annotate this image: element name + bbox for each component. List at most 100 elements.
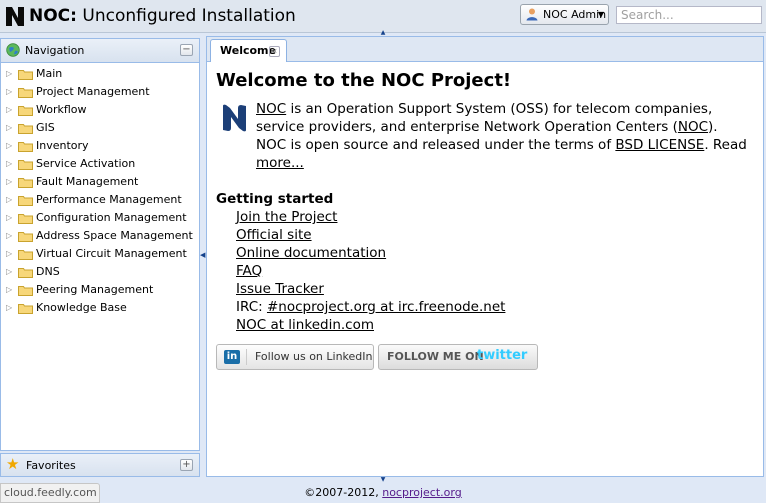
tree-item-label: Inventory [36,139,89,152]
list-item: Online documentation [236,244,753,262]
folder-icon [18,142,33,152]
expand-arrow-icon[interactable]: ▷ [6,209,12,227]
intro-text: ). [708,119,718,135]
tree-item-label: GIS [36,121,55,134]
license-link[interactable]: BSD LICENSE [615,137,704,153]
expand-arrow-icon[interactable]: ▷ [6,299,12,317]
tree-item-label: Peering Management [36,283,154,296]
tree-item-project-management[interactable]: ▷ Project Management [1,83,199,101]
tree-item-label: Virtual Circuit Management [36,247,187,260]
globe-icon [6,43,20,57]
tree-item-label: Address Space Management [36,229,193,242]
collapse-sidebar-icon[interactable]: ◀ [200,251,205,259]
expand-arrow-icon[interactable]: ▷ [6,191,12,209]
expand-arrow-icon[interactable]: ▷ [6,83,12,101]
tree-item-configuration-management[interactable]: ▷ Configuration Management [1,209,199,227]
app-subtitle: Unconfigured Installation [82,6,296,26]
linkedin-link[interactable]: NOC at linkedin.com [236,317,374,333]
list-item: Join the Project [236,208,753,226]
expand-arrow-icon[interactable]: ▷ [6,155,12,173]
folder-icon [18,250,33,260]
expand-arrow-icon[interactable]: ▷ [6,119,12,137]
expand-arrow-icon[interactable]: ▷ [6,137,12,155]
join-project-link[interactable]: Join the Project [236,209,337,225]
tab-welcome[interactable]: Welcome × [210,39,287,62]
read-more-link[interactable]: more... [256,155,304,171]
copyright-text: ©2007-2012, [304,486,383,499]
tree-item-virtual-circuit-management[interactable]: ▷ Virtual Circuit Management [1,245,199,263]
expand-arrow-icon[interactable]: ▷ [6,173,12,191]
close-icon[interactable]: × [269,46,280,57]
expand-arrow-icon[interactable]: ▷ [6,245,12,263]
folder-icon [18,196,33,206]
noc-logo-icon [223,104,246,132]
tree-item-service-activation[interactable]: ▷ Service Activation [1,155,199,173]
folder-icon [18,106,33,116]
intro-text: is an Operation Support System (OSS) for… [256,101,713,135]
sidebar-splitter[interactable]: ◀ [200,38,205,477]
collapse-header-icon[interactable]: ▲ [377,30,389,36]
faq-link[interactable]: FAQ [236,263,262,279]
tree-item-main[interactable]: ▷ Main [1,65,199,83]
expand-favorites-button[interactable]: + [180,459,193,471]
expand-arrow-icon[interactable]: ▷ [6,65,12,83]
tree-item-label: Configuration Management [36,211,187,224]
tree-item-dns[interactable]: ▷ DNS [1,263,199,281]
list-item: Issue Tracker [236,280,753,298]
navigation-title: Navigation [25,44,85,57]
folder-icon [18,286,33,296]
getting-started-links: Join the Project Official site Online do… [216,208,753,334]
issue-tracker-link[interactable]: Issue Tracker [236,281,324,297]
browser-status-bar: cloud.feedly.com [0,483,100,503]
tree-item-label: Project Management [36,85,150,98]
tree-item-gis[interactable]: ▷ GIS [1,119,199,137]
official-site-link[interactable]: Official site [236,227,312,243]
folder-icon [18,232,33,242]
chevron-down-icon: ▼ [597,10,604,19]
search-input[interactable] [616,6,762,24]
intro-text: NOC is open source and released under th… [256,137,616,153]
tree-item-peering-management[interactable]: ▷ Peering Management [1,281,199,299]
expand-arrow-icon[interactable]: ▷ [6,281,12,299]
folder-icon [18,214,33,224]
navigation-panel: Navigation − ▷ Main ▷ Project Management ▷… [0,38,200,451]
folder-icon [18,88,33,98]
welcome-content: Welcome to the NOC Project! NOC is an Op… [216,70,753,370]
online-docs-link[interactable]: Online documentation [236,245,386,261]
main-panel: Welcome × Welcome to the NOC Project! NO… [206,36,764,477]
expand-arrow-icon[interactable]: ▷ [6,227,12,245]
star-icon: ★ [6,455,20,473]
list-item: NOC at linkedin.com [236,316,753,334]
expand-arrow-icon[interactable]: ▷ [6,101,12,119]
tree-item-label: Performance Management [36,193,182,206]
tree-item-workflow[interactable]: ▷ Workflow [1,101,199,119]
tree-item-address-space-management[interactable]: ▷ Address Space Management [1,227,199,245]
noc-link[interactable]: NOC [256,101,286,117]
noc-logo-icon [6,7,24,26]
user-menu-label: NOC Admin [543,8,607,21]
twitter-logo: twitter [477,348,528,363]
tree-item-performance-management[interactable]: ▷ Performance Management [1,191,199,209]
intro-text: . Read [704,137,747,153]
noc-link-2[interactable]: NOC [678,119,708,135]
tree-item-label: DNS [36,265,60,278]
tree-item-label: Service Activation [36,157,136,170]
user-icon [526,8,538,21]
tree-item-label: Knowledge Base [36,301,127,314]
collapse-navigation-button[interactable]: − [180,44,193,56]
app-title: NOC: Unconfigured Installation [29,6,296,26]
tree-item-inventory[interactable]: ▷ Inventory [1,137,199,155]
favorites-panel[interactable]: ★ Favorites + [0,453,200,477]
irc-link[interactable]: #nocproject.org at irc.freenode.net [267,299,505,315]
footer-link[interactable]: nocproject.org [382,486,461,499]
tree-item-fault-management[interactable]: ▷ Fault Management [1,173,199,191]
navigation-header: Navigation − [1,39,199,63]
divider [246,349,247,365]
tree-item-knowledge-base[interactable]: ▷ Knowledge Base [1,299,199,317]
folder-icon [18,160,33,170]
expand-arrow-icon[interactable]: ▷ [6,263,12,281]
user-menu-button[interactable]: NOC Admin ▼ [520,4,609,25]
twitter-follow-button[interactable]: FOLLOW ME ON twitter [378,344,538,370]
linkedin-follow-button[interactable]: in Follow us on LinkedIn [216,344,374,370]
tab-bar: Welcome × [207,37,763,62]
